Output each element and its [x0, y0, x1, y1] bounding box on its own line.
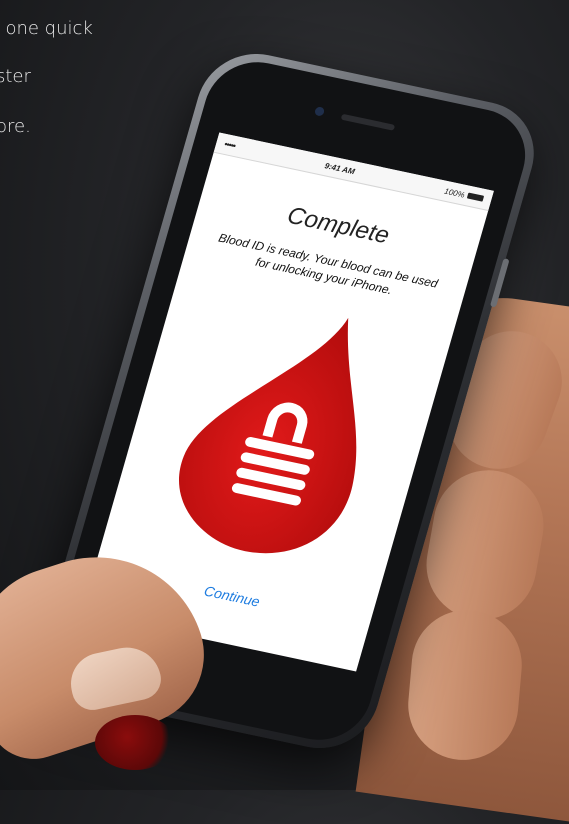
- tagline-line-1: , one quick: [0, 18, 93, 39]
- blood-drop-icon: [146, 285, 414, 577]
- front-camera: [313, 106, 326, 117]
- status-time: 9:41 AM: [323, 160, 356, 176]
- tagline-line-3: ore.: [0, 116, 31, 137]
- tagline-line-2: ster: [0, 66, 31, 87]
- battery-percent: 100%: [443, 186, 466, 200]
- blood-stain: [95, 715, 175, 770]
- battery-icon: [466, 192, 485, 202]
- signal-indicator: •••••: [223, 138, 237, 151]
- earpiece-speaker: [340, 113, 396, 131]
- battery-indicator: 100%: [443, 186, 485, 203]
